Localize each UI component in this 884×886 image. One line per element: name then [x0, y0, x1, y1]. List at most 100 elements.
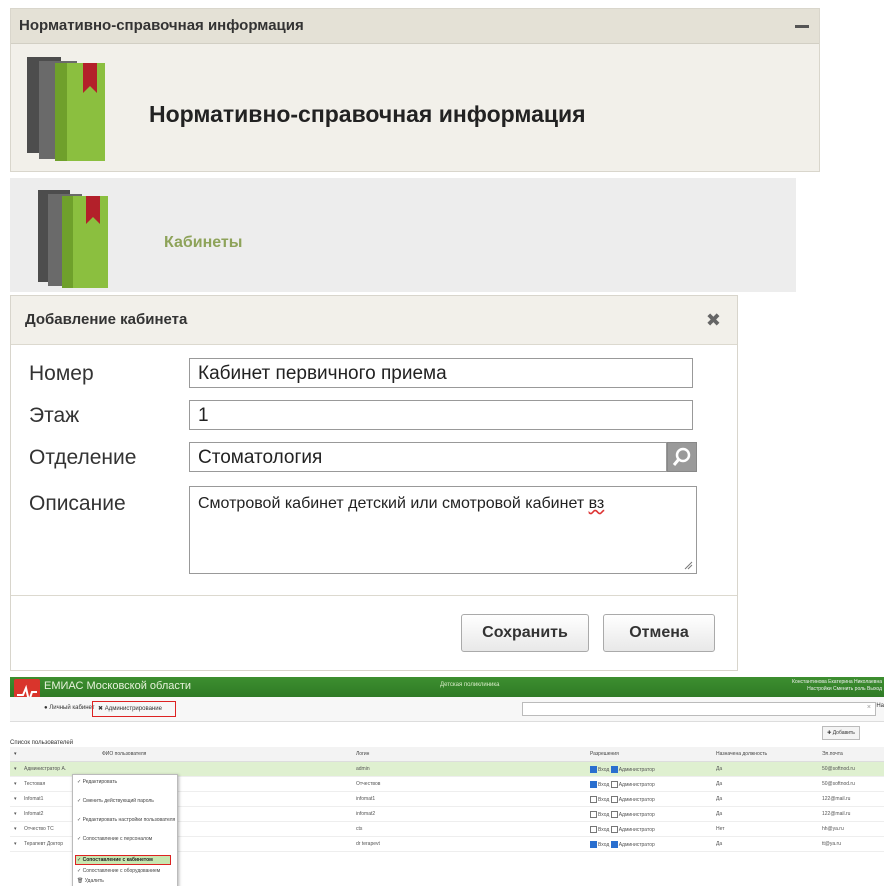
permissions-cell: Вход Администратор	[590, 781, 655, 788]
login-permission-checkbox[interactable]	[590, 841, 597, 848]
search-icon	[672, 447, 691, 466]
expand-icon: ▾	[14, 826, 17, 832]
column-header[interactable]: Назначена должность	[716, 751, 767, 757]
rooms-tile[interactable]: Кабинеты	[10, 178, 796, 292]
search-button[interactable]	[667, 442, 697, 472]
reference-info-panel: Нормативно-справочная информация Нормати…	[10, 8, 820, 172]
clear-icon[interactable]: ×	[867, 704, 871, 711]
position-cell: Да	[716, 766, 723, 772]
expand-icon: ▾	[14, 751, 17, 757]
login-cell: dr terapevt	[356, 841, 380, 847]
users-table-header: ▾ ФИО пользователя Логин Разрешения Назн…	[10, 747, 884, 762]
number-input[interactable]: Кабинет первичного приема	[189, 358, 693, 388]
position-cell: Да	[716, 841, 723, 847]
reference-info-heading[interactable]: Нормативно-справочная информация	[149, 101, 586, 128]
permission-label: Администратор	[618, 781, 655, 788]
book-icon[interactable]	[15, 49, 135, 169]
permissions-cell: Вход Администратор	[590, 811, 655, 818]
admin-permission-checkbox[interactable]	[610, 841, 618, 848]
rooms-title[interactable]: Кабинеты	[164, 234, 242, 252]
context-menu: ✓ Редактировать ✓ Сменить действующий пар…	[72, 774, 178, 886]
expand-icon: ▾	[14, 796, 17, 802]
reference-info-header-title: Нормативно-справочная информация	[19, 17, 304, 34]
login-permission-checkbox[interactable]	[590, 796, 597, 803]
admin-permission-checkbox[interactable]	[610, 766, 618, 773]
context-menu-item[interactable]: ✓ Сменить действующий пароль	[77, 798, 154, 804]
login-permission-checkbox[interactable]	[590, 811, 597, 818]
description-text: Смотровой кабинет детский или смотровой …	[198, 495, 585, 512]
email-cell: hh@ya.ru	[822, 826, 844, 832]
department-input[interactable]: Стоматология	[189, 442, 667, 472]
context-menu-item[interactable]: ✓ Сопоставление с оборудованием	[77, 868, 160, 874]
permissions-cell: Вход Администратор	[590, 796, 655, 803]
column-header[interactable]: Разрешения	[590, 751, 619, 757]
dialog-header: Добавление кабинета	[11, 296, 737, 345]
admin-permission-checkbox[interactable]	[610, 796, 618, 803]
description-label: Описание	[29, 492, 126, 515]
nav-personal-cabinet[interactable]: ● Личный кабинет	[44, 705, 94, 711]
user-name-cell: Отчество ТС	[24, 826, 54, 832]
description-misspelled-word: вз	[588, 495, 605, 512]
user-name-cell: Терапевт Доктор	[24, 841, 64, 847]
app-search-input[interactable]: ×	[522, 702, 876, 716]
cancel-button[interactable]: Отмена	[603, 614, 715, 652]
dialog-title: Добавление кабинета	[25, 311, 188, 328]
user-links[interactable]: Настройки Сменить роль Выход	[792, 686, 882, 693]
pencil-icon: ✓	[77, 779, 82, 785]
context-menu-item[interactable]: ✓ Редактировать настройки пользователя	[77, 817, 175, 823]
login-permission-checkbox[interactable]	[590, 766, 597, 773]
pencil-icon: ✓	[77, 868, 82, 874]
context-menu-item[interactable]: ✓ Редактировать	[77, 779, 117, 785]
admin-permission-checkbox[interactable]	[610, 811, 618, 818]
close-icon[interactable]: ✖	[706, 310, 721, 331]
position-cell: Нет	[716, 826, 725, 832]
context-menu-item[interactable]: ✓ Сопоставление с персоналом	[77, 836, 152, 842]
column-header[interactable]: ФИО пользователя	[102, 751, 146, 757]
admin-permission-checkbox[interactable]	[610, 781, 618, 788]
context-menu-item[interactable]: ✓ Сопоставление с кабинетом	[77, 857, 153, 863]
users-list-title: Список пользователей	[10, 740, 74, 746]
pencil-icon: ✓	[77, 798, 82, 804]
permission-label: Администратор	[618, 811, 655, 818]
permission-label: Администратор	[618, 766, 655, 773]
app-user-info: Константинова Екатерина Николаевна Настр…	[792, 679, 882, 693]
save-button[interactable]: Сохранить	[461, 614, 589, 652]
login-permission-checkbox[interactable]	[590, 826, 597, 833]
email-cell: 50@softnod.ru	[822, 781, 855, 787]
permissions-cell: Вход Администратор	[590, 841, 655, 848]
position-cell: Да	[716, 781, 723, 787]
login-cell: cts	[356, 826, 363, 832]
resize-handle-icon[interactable]	[683, 560, 693, 570]
column-header[interactable]: Логин	[356, 751, 369, 757]
permissions-cell: Вход Администратор	[590, 826, 655, 833]
app-nav-bar: ● Личный кабинет ✖ Администрирование × Н…	[10, 697, 884, 722]
description-textarea[interactable]: Смотровой кабинет детский или смотровой …	[189, 486, 697, 574]
expand-icon: ▾	[14, 766, 17, 772]
permission-label: Администратор	[618, 796, 655, 803]
admin-users-screen: ЕМИАС Московской области Детская поликли…	[10, 677, 884, 886]
email-cell: 122@mail.ru	[822, 811, 851, 817]
minimize-icon[interactable]	[795, 25, 809, 28]
add-room-dialog: Добавление кабинета ✖ Номер Кабинет перв…	[10, 295, 738, 671]
dialog-footer: Сохранить Отмена	[11, 595, 737, 670]
user-name-cell: Администратор А.	[24, 766, 67, 772]
permission-label: Вход	[598, 811, 610, 818]
position-cell: Да	[716, 796, 723, 802]
find-button[interactable]: На	[876, 703, 884, 709]
trash-icon: 🗑	[77, 878, 84, 884]
book-icon	[38, 190, 108, 288]
user-name-cell: Тестовая	[24, 781, 46, 787]
permission-label: Администратор	[618, 841, 655, 848]
permission-label: Вход	[598, 781, 610, 788]
email-cell: 122@mail.ru	[822, 796, 851, 802]
login-permission-checkbox[interactable]	[590, 781, 597, 788]
add-user-button[interactable]: ✚ Добавить	[822, 726, 860, 740]
admin-permission-checkbox[interactable]	[610, 826, 618, 833]
floor-input[interactable]: 1	[189, 400, 693, 430]
context-menu-item[interactable]: 🗑 Удалить	[77, 878, 104, 884]
reference-info-header[interactable]: Нормативно-справочная информация	[11, 9, 819, 44]
app-name: ЕМИАС Московской области	[44, 680, 192, 692]
column-header[interactable]: Эл.почта	[822, 751, 843, 757]
email-cell: 50@softnod.ru	[822, 766, 855, 772]
app-organization: Детская поликлиника	[440, 682, 500, 688]
